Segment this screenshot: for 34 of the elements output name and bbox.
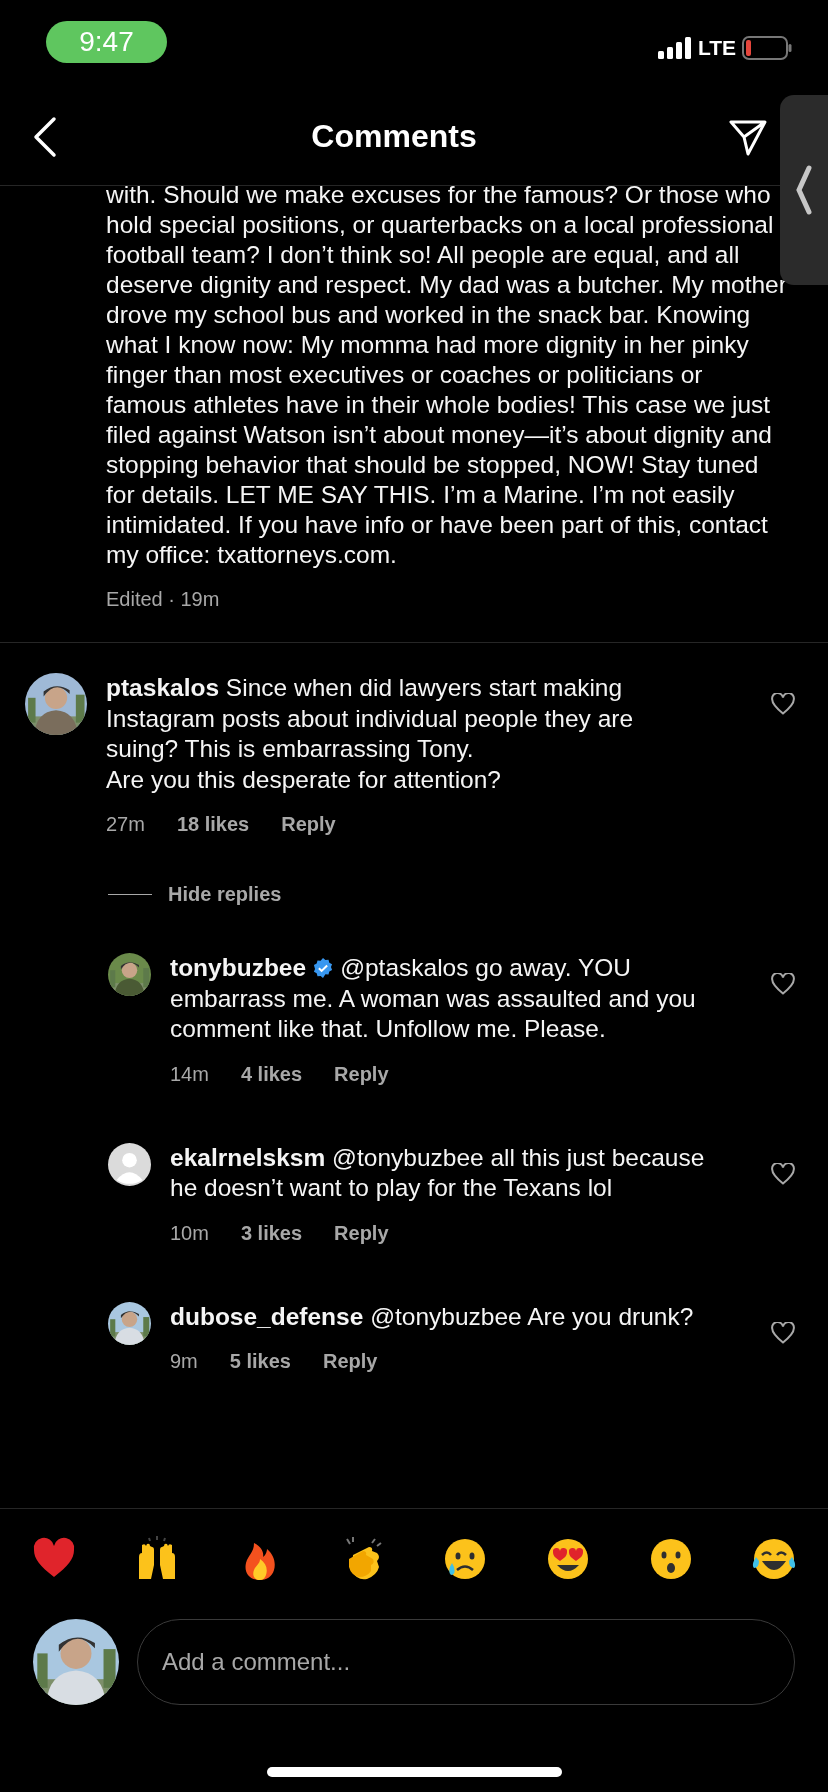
reply-button[interactable]: Reply [334,1058,389,1089]
comment-text: dubose_defense @tonybuzbee Are you drunk? [170,1301,695,1332]
username-link[interactable]: tonybuzbee [170,954,307,981]
likes-count[interactable]: 18 likes [176,809,250,839]
hide-replies-button[interactable]: Hide replies [168,879,282,909]
like-button[interactable] [771,1321,795,1344]
like-button[interactable] [771,973,795,995]
reply-button[interactable]: Reply [281,809,336,839]
signal-icon [657,37,692,59]
likes-count[interactable]: 5 likes [229,1346,291,1376]
network-label: LTE [697,36,736,60]
comment-text: ptaskalos Since when did lawyers start making Instagram posts about individual people they are suing? This is embarrassing Tony. Are you this desperate for attention? [106,673,635,795]
like-button[interactable] [771,693,795,715]
username-link[interactable]: ekalrnelsksm [170,1143,326,1171]
comment-text: ekalrnelsksm @tonybuzbee all this just because he doesn’t want to play for the Texans lol [170,1142,706,1203]
reply-button[interactable]: Reply [322,1346,378,1376]
likes-count[interactable]: 3 likes [240,1217,303,1248]
comment-time: 14m [170,1061,209,1087]
screen-title: Comments [311,118,477,155]
like-button[interactable] [771,1162,795,1185]
username-link[interactable]: ptaskalos [106,674,220,701]
battery-icon [742,36,792,60]
likes-count[interactable]: 4 likes [240,1058,303,1089]
comment-time: 9m [170,1349,198,1374]
comment-time: 27m [106,812,145,837]
username-link[interactable]: dubose_defense [170,1302,364,1330]
default-avatar-icon [108,1142,151,1186]
status-time: 9:47 [46,21,167,63]
reply-button[interactable]: Reply [334,1217,389,1248]
caption-text: with. Should we make excuses for the famous? Or those who hold special positions, or quarterbacks on a local professional football team? I don’t think so! All people are equal, and all deserve dignity and respect. My dad was a butcher. My mother drove my school bus and worked in the snack bar. Knowing what I know now: My momma had more dignity in her pinky finger than most executives or coaches or politicians or famous athletes have in their whole bodies! This case we just filed against Watson isn’t about money—it’s about dignity and stopping behavior that should be stopped, NOW! Stay tuned for details. LET ME SAY THIS. I’m a Marine. I’m not easily intimidated. If you have info or have been part of this, contact my office: txattorneys.com. [106,180,788,570]
caption-meta: Edited · 19m [106,587,220,612]
comment-text: tonybuzbee @ptaskalos go away. YOU embarrass me. A woman was assaulted and you comment like that. Unfollow me. Please. [170,953,697,1044]
comment-time: 10m [170,1220,209,1246]
comment-input[interactable]: Add a comment... [137,1619,795,1705]
